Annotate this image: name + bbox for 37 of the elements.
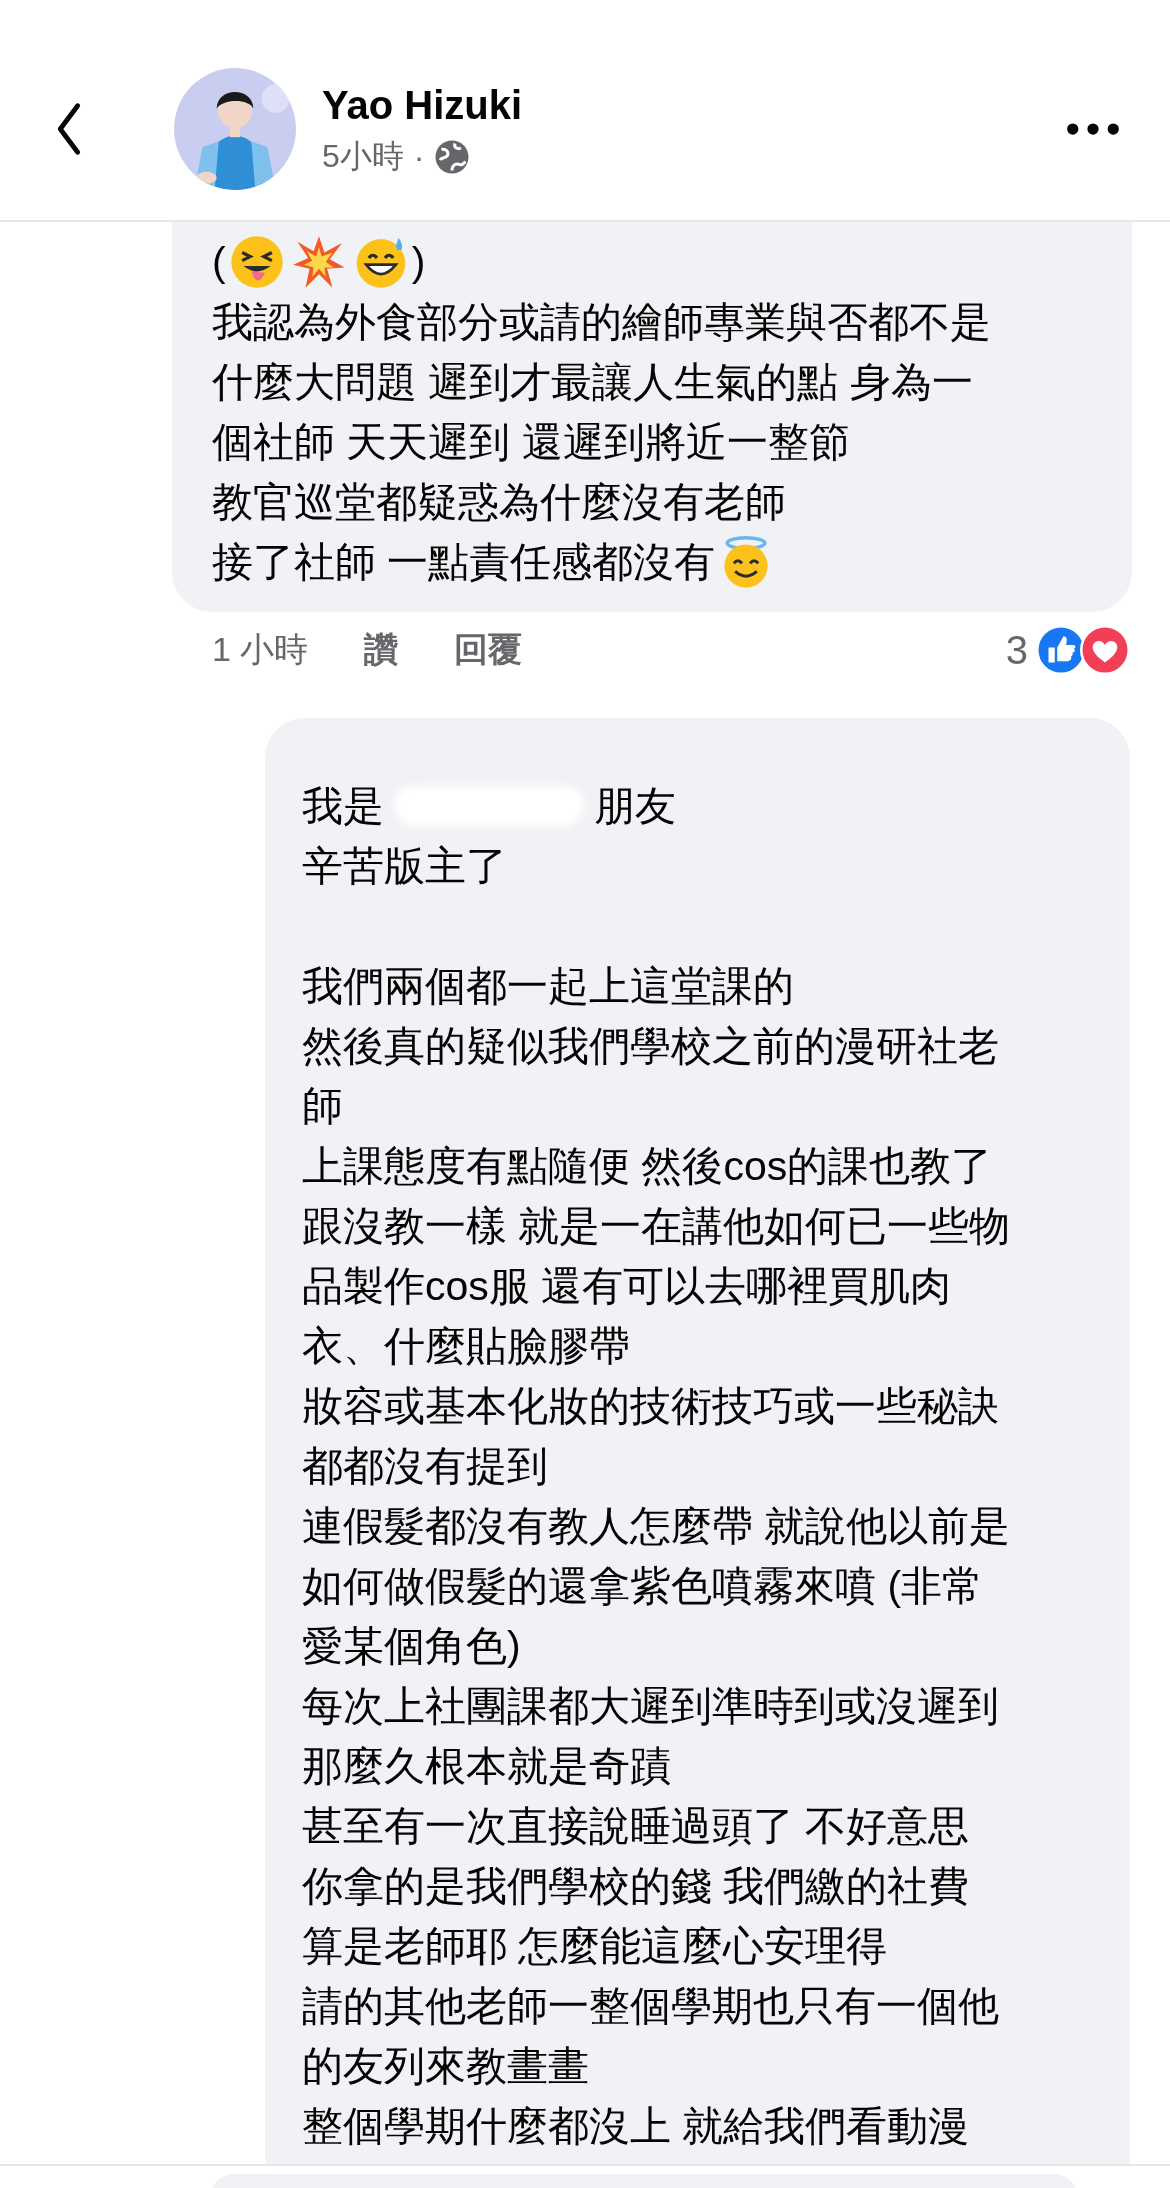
comment-text: 愛某個角色)	[302, 1622, 522, 1671]
comment-text: 上課態度有點隨便 然後cos的課也教了	[302, 1142, 994, 1191]
comment-text: 你拿的是我們學校的錢 我們繳的社費	[302, 1862, 971, 1911]
comment-text: 那麼久根本就是奇蹟	[302, 1742, 672, 1791]
comment-text: 然後真的疑似我們學校之前的漫研社老	[302, 1022, 1000, 1071]
comment-text: 連假髮都沒有教人怎麼帶 就說他以前是	[302, 1502, 1012, 1551]
comment-text: (	[212, 238, 226, 287]
comment-text: )	[411, 238, 426, 287]
post-time: 5小時	[322, 137, 404, 176]
reaction-count[interactable]: 3	[1005, 627, 1028, 673]
comment-text: 算是老師耶 怎麼能這麼心安理得	[302, 1922, 889, 1971]
comment-text: 如何做假髮的還拿紫色噴霧來噴 (非常	[302, 1562, 985, 1611]
author-name[interactable]: Yao Hizuki	[322, 79, 1066, 131]
comment-text: 每次上社團課都大遲到準時到或沒遲到	[302, 1682, 1000, 1731]
action-link[interactable]: 回覆	[454, 627, 523, 673]
comment-text: 品製作cos服 還有可以去哪裡買肌肉	[302, 1262, 953, 1311]
comment-text: 請的其他老師一整個學期也只有一個他	[302, 1982, 1000, 2031]
comment-text: 我認為外食部分或請的繪師專業與否都不是	[212, 298, 992, 347]
comment-text: 個社師 天天遲到 還遲到將近一整節	[212, 418, 851, 467]
comment-time: 1 小時	[212, 629, 309, 670]
comment-text: 師	[302, 1082, 344, 1131]
comment-text: 接了社師 一點責任感都沒有	[212, 538, 716, 587]
comment-text: 教官巡堂都疑惑為什麼沒有老師	[212, 478, 787, 527]
comment-text: 跟沒教一樣 就是一在講他如何已一些物	[302, 1202, 1012, 1251]
separator-dot: ·	[413, 138, 425, 176]
comment-text: 我們兩個都一起上這堂課的	[302, 962, 795, 1011]
comment-text: 朋友	[594, 782, 676, 831]
comment-text: 衣、什麼貼臉膠帶	[302, 1322, 631, 1371]
comment-text: 整個學期什麼都沒上 就給我們看動漫	[302, 2102, 971, 2151]
comment-text: 辛苦版主了	[302, 842, 508, 891]
action-link[interactable]: 讚	[364, 627, 399, 673]
comment-text: 妝容或基本化妝的技術技巧或一些秘訣	[302, 1382, 1000, 1431]
comment-text: 什麼大問題 遲到才最讓人生氣的點 身為一	[212, 358, 974, 407]
comment-text: 的友列來教畫畫	[302, 2042, 590, 2091]
comment-text: 我是	[302, 782, 384, 831]
comment-text: 甚至有一次直接說睡過頭了 不好意思	[302, 1802, 971, 1851]
comment-text: 都都沒有提到	[302, 1442, 549, 1491]
